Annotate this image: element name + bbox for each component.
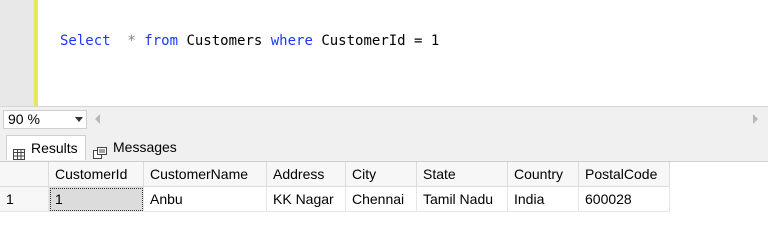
results-table: CustomerId CustomerName Address City Sta… [0, 162, 670, 212]
sql-query-line[interactable]: Select * from Customers where CustomerId… [60, 33, 439, 49]
editor-gutter [0, 0, 34, 106]
chevron-down-icon[interactable] [75, 117, 83, 122]
table-row[interactable]: 1 1 Anbu KK Nagar Chennai Tamil Nadu Ind… [0, 186, 670, 212]
tab-messages-label: Messages [113, 139, 177, 155]
table-name: Customers [178, 33, 271, 49]
column-header-city[interactable]: City [345, 162, 417, 187]
scroll-left-icon[interactable] [95, 114, 100, 124]
change-indicator-bar [34, 0, 38, 106]
tab-messages[interactable]: Messages [89, 135, 185, 160]
column-header-state[interactable]: State [416, 162, 508, 187]
query-editor[interactable]: Select * from Customers where CustomerId… [0, 0, 768, 106]
zoom-value: 90 % [8, 111, 40, 127]
zoom-dropdown[interactable]: 90 % [3, 110, 87, 129]
tab-results[interactable]: Results [6, 135, 86, 160]
row-number-header[interactable] [0, 162, 49, 187]
column-header-postalcode[interactable]: PostalCode [578, 162, 670, 187]
results-tabs: Results Messages [0, 131, 768, 161]
keyword-where: where [270, 33, 313, 49]
header-row: CustomerId CustomerName Address City Sta… [0, 162, 670, 187]
zoom-scroll-row: 90 % [0, 106, 768, 131]
cell-customerid[interactable]: 1 [48, 186, 144, 212]
cell-city[interactable]: Chennai [345, 186, 417, 212]
keyword-from: from [144, 33, 179, 49]
cell-customername[interactable]: Anbu [143, 186, 267, 212]
column-header-customername[interactable]: CustomerName [143, 162, 267, 187]
cell-postalcode[interactable]: 600028 [578, 186, 670, 212]
row-number[interactable]: 1 [0, 186, 49, 212]
where-condition: CustomerId = 1 [312, 33, 440, 49]
cell-country[interactable]: India [507, 186, 579, 212]
column-header-country[interactable]: Country [507, 162, 579, 187]
cell-state[interactable]: Tamil Nadu [416, 186, 508, 212]
column-header-address[interactable]: Address [266, 162, 346, 187]
tab-results-label: Results [31, 140, 78, 156]
select-star: * [110, 33, 145, 49]
cell-address[interactable]: KK Nagar [266, 186, 346, 212]
scroll-right-icon[interactable] [753, 114, 758, 124]
column-header-customerid[interactable]: CustomerId [48, 162, 144, 187]
results-grid[interactable]: CustomerId CustomerName Address City Sta… [0, 161, 768, 242]
keyword-select: Select [60, 33, 111, 49]
